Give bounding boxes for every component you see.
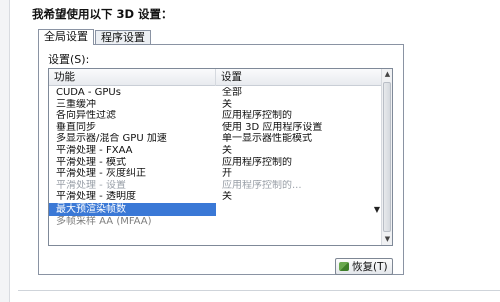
- row-setting: 全部: [222, 87, 242, 98]
- row-feature: 垂直同步: [56, 121, 96, 133]
- list-row-cuda-gpus[interactable]: CUDA - GPUs 全部: [49, 87, 382, 99]
- row-feature: 平滑处理 - 透明度: [56, 191, 136, 203]
- tab-strip: 全局设置 程序设置: [38, 29, 152, 45]
- row-setting: 开: [222, 168, 232, 180]
- chevron-down-icon[interactable]: ▼: [374, 203, 380, 216]
- row-setting: 应用程序控制的: [222, 110, 292, 122]
- scroll-down-icon[interactable]: ▼: [382, 234, 392, 245]
- row-feature: 平滑处理 - 设置: [56, 179, 126, 191]
- list-header: 功能 设置: [49, 69, 382, 86]
- settings-list-label: 设置(S):: [48, 53, 90, 66]
- list-row-aa-gamma[interactable]: 平滑处理 - 灰度纠正 开: [49, 168, 382, 180]
- settings-list[interactable]: 功能 设置 CUDA - GPUs 全部 三重缓冲 关 各向异性过滤 应用程序控…: [48, 68, 393, 246]
- list-row-max-prerendered-frames[interactable]: 最大预渲染帧数 ▼: [49, 202, 382, 216]
- list-row-aa-setting[interactable]: 平滑处理 - 设置 应用程序控制的...: [49, 180, 382, 192]
- list-row-mfaa[interactable]: 多帧采样 AA (MFAA): [49, 216, 382, 228]
- row-feature: 最大预渲染帧数: [56, 203, 126, 215]
- setting-dropdown[interactable]: ▼: [216, 202, 382, 216]
- vertical-scrollbar[interactable]: ▲ ▼: [381, 69, 392, 245]
- row-feature: 平滑处理 - FXAA: [56, 144, 133, 156]
- list-row-aa-fxaa[interactable]: 平滑处理 - FXAA 关: [49, 145, 382, 157]
- page-heading: 我希望使用以下 3D 设置：: [32, 7, 173, 21]
- list-row-anisotropic-filtering[interactable]: 各向异性过滤 应用程序控制的: [49, 110, 382, 122]
- row-setting: 使用 3D 应用程序设置: [222, 121, 323, 133]
- row-setting: 关: [222, 144, 232, 156]
- restore-button[interactable]: 恢复(T): [335, 258, 393, 275]
- row-feature: 多帧采样 AA (MFAA): [56, 215, 152, 227]
- settings-panel: 设置(S): 功能 设置 CUDA - GPUs 全部 三重缓冲 关 各向异性过…: [38, 44, 404, 275]
- list-row-vertical-sync[interactable]: 垂直同步 使用 3D 应用程序设置: [49, 122, 382, 134]
- restore-button-label: 恢复(T): [352, 261, 388, 273]
- row-setting: 关: [222, 98, 232, 110]
- shield-icon: [339, 262, 349, 271]
- row-setting: [216, 216, 382, 228]
- row-feature: 多显示器/混合 GPU 加速: [56, 133, 167, 145]
- list-row-triple-buffering[interactable]: 三重缓冲 关: [49, 99, 382, 111]
- list-row-aa-transparency[interactable]: 平滑处理 - 透明度 关: [49, 191, 382, 203]
- row-feature: 平滑处理 - 模式: [56, 156, 126, 168]
- column-header-feature[interactable]: 功能: [49, 69, 216, 86]
- row-setting: 关: [222, 191, 232, 203]
- left-panel-edge: [0, 0, 10, 302]
- row-feature: 三重缓冲: [56, 98, 96, 110]
- column-header-setting[interactable]: 设置: [216, 69, 382, 86]
- row-setting: 应用程序控制的: [222, 156, 292, 168]
- row-feature: CUDA - GPUs: [56, 87, 121, 98]
- settings-rows: CUDA - GPUs 全部 三重缓冲 关 各向异性过滤 应用程序控制的 垂直同…: [49, 87, 382, 228]
- tab-program-settings[interactable]: 程序设置: [95, 30, 151, 45]
- divider: [18, 290, 500, 291]
- list-row-aa-mode[interactable]: 平滑处理 - 模式 应用程序控制的: [49, 157, 382, 169]
- scroll-thumb[interactable]: [383, 82, 391, 232]
- row-feature: 平滑处理 - 灰度纠正: [56, 168, 146, 180]
- row-feature: 各向异性过滤: [56, 110, 116, 122]
- list-row-multi-display[interactable]: 多显示器/混合 GPU 加速 单一显示器性能模式: [49, 133, 382, 145]
- row-setting: 单一显示器性能模式: [222, 133, 312, 145]
- tab-global-settings[interactable]: 全局设置: [38, 29, 94, 45]
- row-setting: 应用程序控制的...: [222, 179, 302, 191]
- scroll-up-icon[interactable]: ▲: [382, 69, 392, 80]
